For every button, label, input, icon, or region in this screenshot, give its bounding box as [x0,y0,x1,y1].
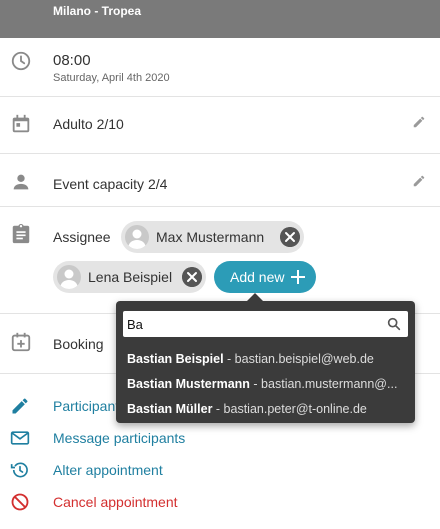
action-label: Message participants [53,430,186,446]
action-label: Cancel appointment [53,494,178,510]
close-icon[interactable] [280,227,300,247]
person-icon [13,174,29,190]
clipboard-icon [12,223,30,244]
calendar-add-icon [11,332,31,352]
add-new-label: Add new [230,269,285,285]
result-name: Bastian Beispiel [127,352,224,366]
app-header: Milano - Tropea [0,0,440,38]
assignee-chip: Lena Beispiel [53,261,206,293]
capacity-row: Event capacity 2/4 [0,154,440,207]
cancel-icon [11,493,29,511]
result-name: Bastian Mustermann [127,377,250,391]
envelope-icon [10,431,30,445]
avatar [57,265,81,289]
search-result[interactable]: Bastian Müller - bastian.peter@t-online.… [127,402,407,416]
appointment-time: 08:00 [53,52,91,69]
assignee-chip: Max Mustermann [121,221,304,253]
message-participants-action[interactable]: Message participants [0,427,440,451]
search-box [123,311,408,337]
result-email: - bastian.peter@t-online.de [212,402,367,416]
result-name: Bastian Müller [127,402,213,416]
pencil-icon[interactable] [412,174,426,188]
pencil-icon[interactable] [412,115,426,129]
capacity-label: Event capacity 2/4 [53,176,168,192]
history-icon [10,462,28,478]
calendar-icon [12,114,30,133]
dropdown-caret [247,293,263,301]
plus-icon [291,270,305,284]
time-row: 08:00 Saturday, April 4th 2020 [0,38,440,97]
pencil-icon [12,398,28,414]
alter-appointment-action[interactable]: Alter appointment [0,459,440,483]
add-new-button[interactable]: Add new [214,261,316,293]
search-input[interactable] [127,314,377,334]
chip-label: Lena Beispiel [88,269,173,285]
assignee-label: Assignee [53,229,111,245]
clock-icon [11,51,31,71]
close-icon[interactable] [182,267,202,287]
appointment-date: Saturday, April 4th 2020 [53,72,170,84]
ticket-row: Adulto 2/10 [0,97,440,154]
search-result[interactable]: Bastian Mustermann - bastian.mustermann@… [127,377,407,391]
result-email: - bastian.beispiel@web.de [223,352,374,366]
result-email: - bastian.mustermann@... [249,377,398,391]
ticket-label: Adulto 2/10 [53,116,124,132]
search-icon[interactable] [386,316,402,332]
route-title: Milano - Tropea [53,4,142,18]
booking-label: Booking [53,336,104,352]
action-label: Alter appointment [53,462,163,478]
search-result[interactable]: Bastian Beispiel - bastian.beispiel@web.… [127,352,407,366]
assignee-search-dropdown: Bastian Beispiel - bastian.beispiel@web.… [116,293,415,423]
avatar [125,225,149,249]
chip-label: Max Mustermann [156,229,265,245]
cancel-appointment-action[interactable]: Cancel appointment [0,491,440,515]
